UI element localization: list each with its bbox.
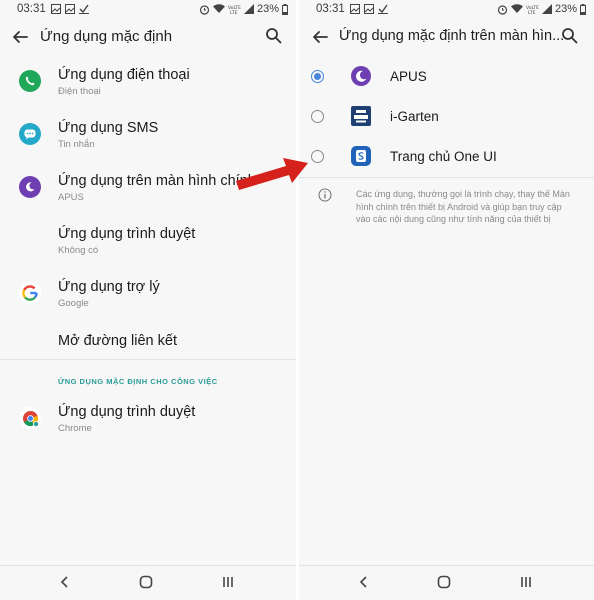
info-icon — [318, 188, 332, 202]
nav-recents-icon[interactable] — [519, 575, 533, 589]
status-bar: 03:31 VoLTE LTE 23% — [299, 0, 594, 20]
item-title: Ứng dụng trình duyệt — [58, 226, 196, 242]
navigation-bar — [299, 566, 594, 600]
item-subtitle: Chrome — [58, 423, 92, 434]
battery-percent: 23% — [554, 3, 577, 15]
home-app-picker-screen: 03:31 VoLTE LTE 23% Ứng dụng mặc định trê… — [299, 0, 594, 600]
page-title: Ứng dụng mặc định trên màn hìn... — [339, 28, 565, 44]
wifi-icon — [510, 4, 523, 13]
item-title: Ứng dụng điện thoại — [58, 67, 190, 83]
notification-icons — [350, 4, 388, 14]
item-title: Ứng dụng trình duyệt — [58, 404, 196, 420]
volte-icon: VoLTELTE — [228, 5, 241, 14]
status-time: 03:31 — [17, 3, 46, 15]
volte-icon: VoLTELTE — [526, 5, 539, 14]
nav-recents-icon[interactable] — [221, 575, 235, 589]
phone-icon — [19, 70, 41, 92]
search-icon[interactable] — [265, 27, 282, 44]
download-done-icon — [378, 4, 388, 14]
status-time: 03:31 — [316, 3, 345, 15]
alarm-icon — [497, 4, 508, 15]
system-icons: VoLTE LTE 23% — [199, 3, 288, 15]
section-divider — [0, 359, 296, 360]
nav-back-icon[interactable] — [59, 575, 71, 589]
signal-icon — [541, 4, 552, 14]
open-links-item[interactable]: Mở đường liên kết — [0, 323, 296, 373]
item-subtitle: APUS — [58, 192, 84, 203]
section-divider — [299, 177, 594, 178]
google-icon — [19, 282, 41, 304]
search-icon[interactable] — [561, 27, 578, 44]
item-subtitle: Điện thoại — [58, 86, 101, 97]
apus-icon — [351, 66, 371, 86]
image-icon — [364, 4, 374, 14]
app-bar: Ứng dụng mặc định trên màn hìn... — [299, 24, 594, 52]
default-phone-app-item[interactable]: Ứng dụng điện thoại Điện thoại — [0, 58, 296, 108]
nav-home-icon[interactable] — [437, 575, 451, 589]
svg-text:LTE: LTE — [230, 10, 238, 14]
battery-percent: 23% — [256, 3, 279, 15]
status-bar: 03:31 VoLTE LTE 23% — [0, 0, 296, 20]
i-garten-icon — [351, 106, 371, 126]
radio-button[interactable] — [311, 110, 324, 123]
chrome-icon — [19, 407, 41, 429]
app-bar: Ứng dụng mặc định — [0, 24, 296, 52]
nav-home-icon[interactable] — [139, 575, 153, 589]
page-title: Ứng dụng mặc định — [40, 28, 173, 45]
battery-icon — [580, 3, 586, 15]
alarm-icon — [199, 4, 210, 15]
home-option-i-garten[interactable]: i-Garten — [299, 99, 594, 137]
home-option-one-ui[interactable]: Trang chủ One UI — [299, 139, 594, 177]
nav-back-icon[interactable] — [358, 575, 370, 589]
one-ui-home-icon — [351, 146, 371, 166]
item-subtitle: Không có — [58, 245, 99, 256]
system-icons: VoLTE LTE 23% — [497, 3, 586, 15]
image-icon — [350, 4, 360, 14]
item-title: Mở đường liên kết — [58, 333, 177, 349]
default-sms-app-item[interactable]: Ứng dụng SMS Tin nhắn — [0, 111, 296, 161]
item-subtitle: Google — [58, 298, 89, 309]
item-title: Ứng dụng trên màn hình chính — [58, 173, 256, 189]
home-option-apus[interactable]: APUS — [299, 59, 594, 97]
info-description: Các ứng dụng, thường gọi là trình chạy, … — [356, 189, 570, 224]
item-title: Ứng dụng SMS — [58, 120, 159, 136]
default-home-app-item[interactable]: Ứng dụng trên màn hình chính APUS — [0, 164, 296, 214]
work-browser-app-item[interactable]: Ứng dụng trình duyệt Chrome — [0, 395, 296, 445]
signal-icon — [243, 4, 254, 14]
default-browser-app-item[interactable]: Ứng dụng trình duyệt Không có — [0, 217, 296, 267]
navigation-bar — [0, 566, 296, 600]
default-apps-screen: 03:31 VoLTE LTE 23% Ứng dụng mặc định Ứng… — [0, 0, 296, 600]
apus-icon — [19, 176, 41, 198]
item-subtitle: Tin nhắn — [58, 139, 95, 150]
work-section-header: ỨNG DỤNG MẶC ĐỊNH CHO CÔNG VIỆC — [58, 377, 218, 386]
radio-button[interactable] — [311, 150, 324, 163]
back-arrow-icon[interactable] — [311, 28, 329, 46]
svg-text:LTE: LTE — [528, 10, 536, 14]
radio-button[interactable] — [311, 70, 324, 83]
default-assistant-app-item[interactable]: Ứng dụng trợ lý Google — [0, 270, 296, 320]
notification-icons — [51, 4, 89, 14]
app-label: APUS — [390, 69, 427, 84]
app-label: i-Garten — [390, 109, 439, 124]
messages-icon — [19, 123, 41, 145]
battery-icon — [282, 3, 288, 15]
image-icon — [51, 4, 61, 14]
image-icon — [65, 4, 75, 14]
back-arrow-icon[interactable] — [11, 28, 29, 46]
app-label: Trang chủ One UI — [390, 149, 497, 164]
item-title: Ứng dụng trợ lý — [58, 279, 160, 295]
wifi-icon — [212, 4, 225, 13]
download-done-icon — [79, 4, 89, 14]
